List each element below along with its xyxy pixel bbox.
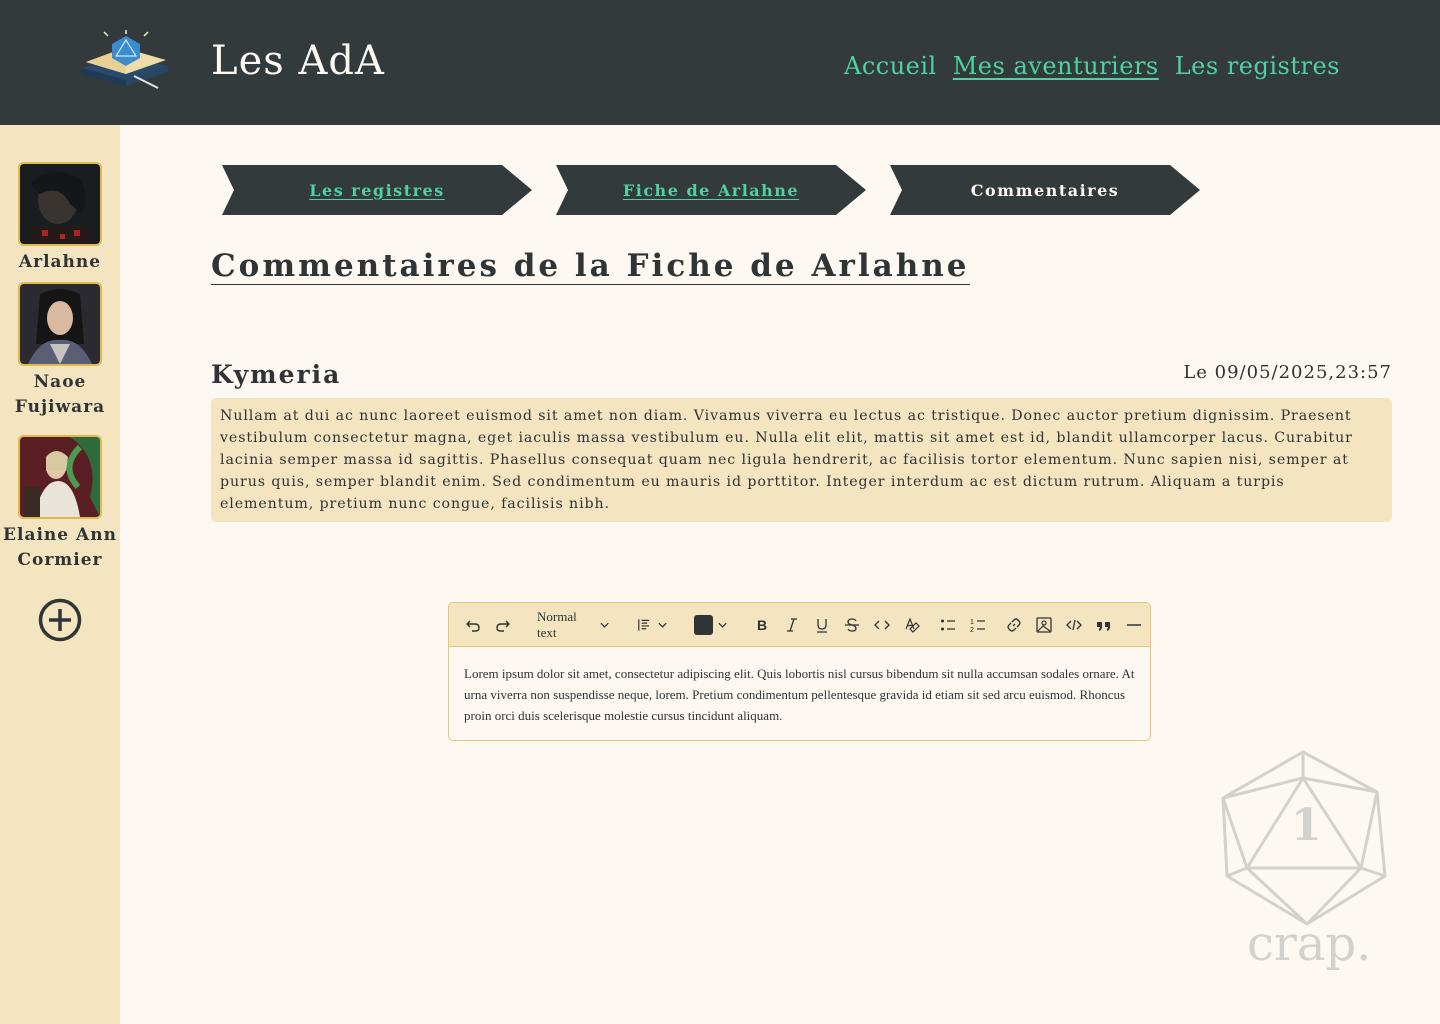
editor-toolbar: Normal text B 1 2 [449,603,1150,647]
link-button[interactable] [1000,610,1028,640]
align-dropdown[interactable] [630,610,674,640]
character-naoe-fujiwara[interactable]: Naoe Fujiwara [0,282,120,420]
quote-icon [1097,621,1110,631]
site-title[interactable]: Les AdA [211,38,385,84]
undo-button[interactable] [459,610,487,640]
nav-les-registres[interactable]: Les registres [1175,52,1340,80]
breadcrumb-registres[interactable]: Les registres [222,165,532,215]
code-icon [874,620,890,629]
svg-text:B: B [757,617,767,633]
nav-accueil[interactable]: Accueil [844,52,937,80]
breadcrumb-label: Commentaires [970,180,1120,200]
nav-mes-aventuriers[interactable]: Mes aventuriers [953,52,1159,80]
character-portrait-icon [20,284,100,364]
undo-icon [466,620,480,632]
horizontal-rule-icon [1127,623,1141,626]
character-arlahne[interactable]: Arlahne [0,162,120,275]
add-character-icon[interactable] [38,598,82,642]
text-color-swatch [694,614,713,635]
code-block-icon [1066,619,1082,630]
redo-button[interactable] [489,610,517,640]
bullet-list-icon [941,619,955,630]
italic-button[interactable] [778,610,806,640]
bold-icon: B [757,617,767,633]
die-number: 1 [1291,800,1322,851]
breadcrumb-fiche[interactable]: Fiche de Arlahne [556,165,866,215]
book-d20-logo-icon[interactable] [78,28,172,92]
comment-author: Kymeria [211,360,342,389]
chevron-down-icon [600,622,610,628]
page-title: Commentaires de la Fiche de Arlahne [211,248,970,285]
comment-text: Nullam at dui ac nunc laoreet euismod si… [211,398,1392,522]
numbered-list-button[interactable]: 12 [964,610,992,640]
svg-text:2: 2 [970,627,974,634]
text-color-dropdown[interactable] [688,610,734,640]
character-name: Arlahne [18,252,102,272]
chevron-down-icon [718,622,727,628]
underline-button[interactable] [808,610,836,640]
inline-code-button[interactable] [868,610,896,640]
avatar[interactable] [18,282,102,366]
chevron-down-icon [658,622,667,628]
block-type-label: Normal text [537,608,577,640]
strikethrough-button[interactable] [838,610,866,640]
strikethrough-icon [845,617,859,632]
avatar[interactable] [18,162,102,246]
align-left-icon [638,618,650,631]
breadcrumb-label[interactable]: Les registres [309,181,444,200]
character-portrait-icon [20,164,100,244]
image-icon [1036,616,1052,633]
link-icon [1007,617,1021,632]
main-nav: Accueil Mes aventuriers Les registres [844,52,1340,80]
comment-date: Le 09/05/2025,23:57 [1183,362,1392,383]
horizontal-rule-button[interactable] [1120,610,1148,640]
avatar[interactable] [18,435,102,519]
clear-format-button[interactable] [898,610,926,640]
character-portrait-icon [20,437,100,517]
top-header: Les AdA Accueil Mes aventuriers Les regi… [0,0,1440,125]
image-button[interactable] [1030,610,1058,640]
numbered-list-icon: 12 [970,619,985,634]
italic-icon [787,617,797,632]
comment-editor: Normal text B 1 2 Lorem ipsum dolor sit … [448,602,1151,741]
character-sidebar: Arlahne Naoe Fujiwara Elaine Ann Cormier [0,125,120,1024]
bold-button[interactable]: B [748,610,776,640]
d20-watermark-icon: 1 crap. [1221,750,1387,972]
clear-format-icon [905,616,920,633]
redo-icon [496,620,510,632]
bullet-list-button[interactable] [934,610,962,640]
character-elaine-ann-cormier[interactable]: Elaine Ann Cormier [0,435,120,573]
character-name: Naoe Fujiwara [14,372,106,417]
breadcrumb-commentaires: Commentaires [890,165,1200,215]
block-type-dropdown[interactable]: Normal text [531,608,616,640]
code-block-button[interactable] [1060,610,1088,640]
character-name: Elaine Ann Cormier [3,525,117,570]
underline-icon [817,618,827,633]
watermark-text: crap. [1247,916,1371,972]
svg-text:1: 1 [970,619,974,626]
breadcrumb-label[interactable]: Fiche de Arlahne [623,181,799,200]
quote-button[interactable] [1090,610,1118,640]
editor-content-area[interactable]: Lorem ipsum dolor sit amet, consectetur … [449,647,1150,740]
